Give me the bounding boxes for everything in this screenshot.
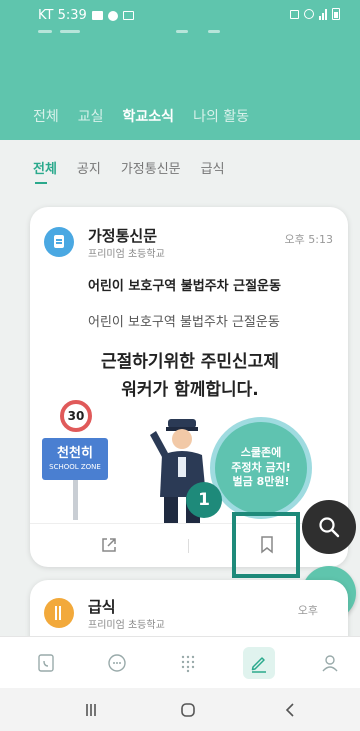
wifi-icon [304,9,314,19]
recent-apps-icon [86,704,96,716]
search-button[interactable] [302,500,356,554]
warning-bubble: 스쿨존에 주정차 금지! 벌금 8만원! [210,417,312,519]
poster-text-line2: 워커가 함께합니다. [121,380,259,400]
screenshot-icon [122,11,134,20]
blurred-text [208,30,220,33]
share-icon[interactable] [100,536,118,554]
person-icon [322,655,338,672]
school-zone-sign: 천천히 SCHOOL ZONE [42,438,108,480]
subtab-meal[interactable]: 급식 [201,158,225,177]
main-tabs: 전체 교실 학교소식 나의 활동 [33,106,249,126]
battery-icon [332,8,340,20]
zone-sign-subtext: SCHOOL ZONE [49,463,101,471]
recent-apps-button[interactable] [79,700,103,720]
nav-keypad[interactable] [172,647,204,679]
back-button[interactable] [278,700,302,720]
poster-text-line1: 근절하기위한 주민신고제 [101,352,279,372]
post2-category: 급식 [88,598,116,616]
nav-profile[interactable] [314,647,346,679]
bubble-line1: 스쿨존에 [240,445,282,459]
back-icon [285,703,294,717]
tutorial-step-badge: 1 [186,482,222,518]
pencil-icon [251,657,266,673]
subtab-newsletter[interactable]: 가정통신문 [121,158,181,177]
home-button[interactable] [176,700,200,720]
document-icon [44,227,74,257]
keypad-icon [181,655,195,673]
chat-icon [108,654,126,672]
sub-tabs: 전체 공지 가정통신문 급식 [33,158,225,184]
bottom-nav [0,636,360,688]
tab-my-activity[interactable]: 나의 활동 [193,106,249,126]
bubble-line2: 주정차 금지! [231,460,291,474]
search-icon [319,517,340,538]
blurred-text [176,30,188,33]
blurred-text [60,30,80,33]
subtab-all[interactable]: 전체 [33,158,57,184]
action-divider [188,539,189,553]
nav-write[interactable] [243,647,275,679]
tab-classroom[interactable]: 교실 [78,106,104,126]
message-icon [107,10,118,21]
post-school: 프리미엄 초등학교 [88,249,165,260]
post2-school: 프리미엄 초등학교 [88,620,165,631]
bookmark-highlight-box [232,512,300,578]
home-icon [181,703,195,717]
speed-limit-sign: 30 [60,400,92,432]
post-time: 오후 5:13 [284,233,333,246]
post-actions [30,523,348,567]
sign-pole [73,480,78,520]
bubble-line3: 벌금 8만원! [232,475,290,489]
status-bar: KT 5:39 [0,0,360,28]
post-headline: 어린이 보호구역 불법주차 근절운동 [88,279,281,294]
nav-chat[interactable] [101,647,133,679]
post-card[interactable]: 가정통신문 프리미엄 초등학교 오후 5:13 어린이 보호구역 불법주차 근절… [30,207,348,567]
tab-all[interactable]: 전체 [33,106,59,126]
tab-school-news[interactable]: 학교소식 [123,106,175,126]
status-time: KT 5:39 [38,8,87,23]
post-category: 가정통신문 [88,227,158,245]
nav-phone[interactable] [30,647,62,679]
post-body: 어린이 보호구역 불법주차 근절운동 [88,315,280,330]
system-nav-bar [0,688,360,731]
zone-sign-text: 천천히 [57,446,93,461]
gallery-icon [91,11,103,20]
signal-icon [319,8,327,20]
blurred-text [38,30,52,33]
utensils-icon [44,598,74,628]
subtab-notice[interactable]: 공지 [77,158,101,177]
vibrate-icon [290,9,299,19]
phone-icon [38,654,54,672]
app-header: KT 5:39 전체 교실 학교소식 나의 활동 [0,0,360,140]
post2-time: 오후 [297,604,318,617]
